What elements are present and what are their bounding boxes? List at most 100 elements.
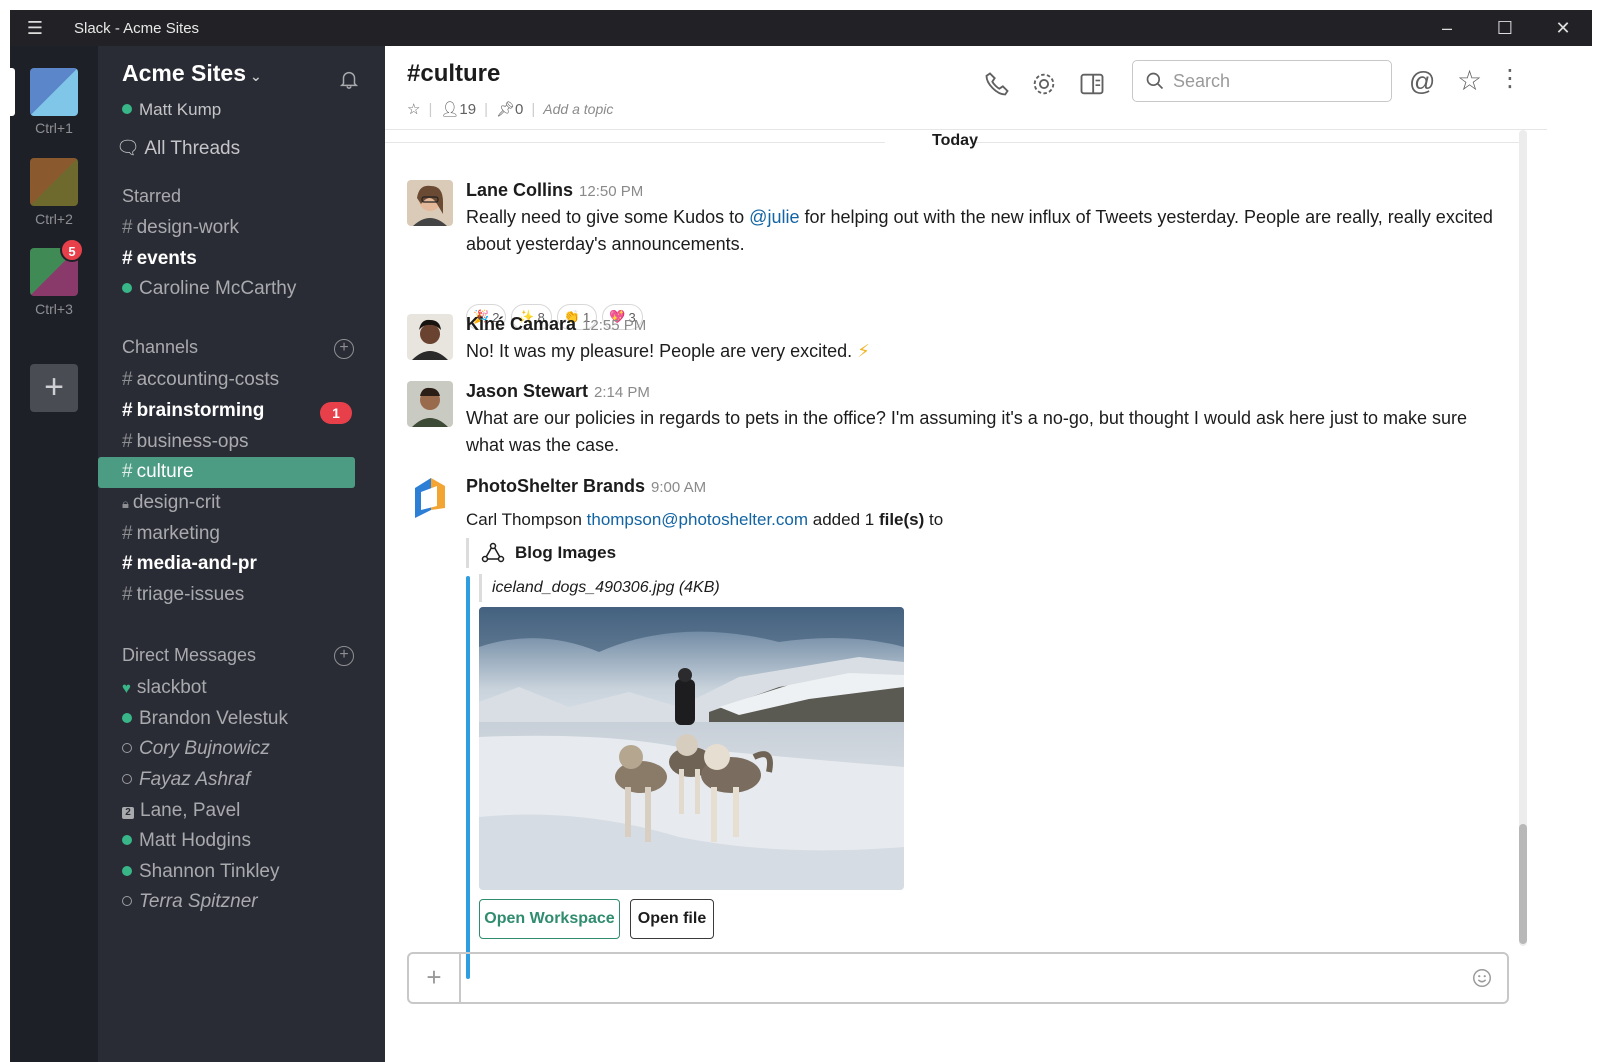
workspace-switcher: Ctrl+1 Ctrl+2 5 Ctrl+3 +: [10, 46, 98, 1062]
member-count[interactable]: 👤︎19: [440, 100, 476, 118]
dm-label: Caroline McCarthy: [139, 278, 297, 299]
workspace-2-icon[interactable]: [30, 158, 78, 206]
attachment-title[interactable]: Blog Images: [466, 538, 616, 568]
workspace-1-icon[interactable]: [30, 68, 78, 116]
hamburger-menu-icon[interactable]: ☰: [10, 18, 60, 39]
current-user[interactable]: Matt Kump: [122, 100, 221, 120]
message-timestamp[interactable]: 12:50 PM: [579, 183, 643, 200]
sidebar-item-design-crit[interactable]: 🔒︎ design-crit: [122, 492, 221, 514]
hash-icon: #: [122, 553, 133, 574]
channel-label: media-and-pr: [136, 553, 257, 574]
pinned-count[interactable]: 📌︎0: [496, 100, 523, 118]
search-input[interactable]: Search: [1132, 60, 1392, 102]
message-author[interactable]: Lane Collins 12:50 PM: [466, 180, 643, 201]
window-title: Slack - Acme Sites: [74, 19, 200, 37]
chevron-down-icon: ⌄: [250, 68, 262, 84]
phone-icon[interactable]: [983, 70, 1011, 98]
team-name-menu[interactable]: Acme Sites ⌄: [122, 60, 262, 87]
email-link[interactable]: thompson@photoshelter.com: [587, 510, 808, 529]
dm-label: Terra Spitzner: [139, 891, 258, 912]
add-channel-icon[interactable]: +: [334, 339, 354, 359]
sidebar-item-matt-hodgins[interactable]: Matt Hodgins: [122, 830, 251, 852]
sidebar-item-media-and-pr[interactable]: # media-and-pr: [122, 553, 257, 575]
attachment-title-text: Blog Images: [515, 543, 617, 562]
avatar[interactable]: [407, 314, 453, 360]
message-timestamp[interactable]: 12:55 PM: [582, 317, 646, 334]
channel-sidebar: Acme Sites ⌄ Matt Kump 🗨 All Threads Star…: [98, 46, 385, 1062]
workspace-3-badge: 5: [60, 238, 84, 262]
scrollbar-thumb[interactable]: [1519, 824, 1527, 944]
message-author[interactable]: PhotoShelter Brands 9:00 AM: [466, 476, 706, 497]
sidebar-item-accounting-costs[interactable]: # accounting-costs: [122, 369, 279, 391]
sidebar-item-business-ops[interactable]: # business-ops: [122, 431, 249, 453]
team-name: Acme Sites: [122, 60, 247, 86]
avatar[interactable]: [407, 381, 453, 427]
channel-label: accounting-costs: [136, 369, 280, 390]
mentions-icon[interactable]: @: [1409, 66, 1437, 96]
more-options-icon[interactable]: ⋮: [1498, 64, 1526, 92]
all-threads-link[interactable]: 🗨 All Threads: [116, 136, 240, 160]
search-icon: [1146, 72, 1164, 90]
sidebar-item-terra-spitzner[interactable]: Terra Spitzner: [122, 891, 258, 913]
author-name: Jason Stewart: [466, 381, 589, 401]
add-attachment-button[interactable]: +: [409, 954, 461, 1002]
presence-online-icon: [122, 835, 132, 845]
message-author[interactable]: Kiné Camara 12:55 PM: [466, 314, 646, 335]
channel-label: events: [136, 248, 197, 269]
workspace-2-shortcut: Ctrl+2: [35, 211, 73, 227]
attachment-image[interactable]: [479, 607, 904, 890]
lightning-emoji-icon: ⚡: [857, 341, 870, 361]
file-name[interactable]: iceland_dogs_490306.jpg (4KB): [479, 574, 720, 602]
sidebar-item-caroline-mccarthy[interactable]: Caroline McCarthy: [122, 278, 296, 300]
hash-icon: #: [122, 369, 133, 390]
file-added-notice: Carl Thompson thompson@photoshelter.com …: [466, 510, 943, 530]
star-icon[interactable]: ☆: [407, 100, 420, 118]
add-workspace-button[interactable]: +: [30, 364, 78, 412]
sidebar-item-design-work[interactable]: # design-work: [122, 217, 239, 239]
unread-badge: 1: [320, 402, 352, 424]
add-dm-icon[interactable]: +: [334, 646, 354, 666]
sidebar-item-marketing[interactable]: # marketing: [122, 523, 220, 545]
dm-label: Lane, Pavel: [140, 800, 241, 821]
channels-heading[interactable]: Channels: [122, 337, 198, 358]
search-placeholder: Search: [1173, 70, 1231, 91]
sidebar-item-lane-pavel[interactable]: 2 Lane, Pavel: [122, 800, 240, 822]
divider: |: [531, 100, 536, 118]
open-workspace-button[interactable]: Open Workspace: [479, 899, 620, 939]
sidebar-item-triage-issues[interactable]: # triage-issues: [122, 584, 244, 606]
photoshelter-logo[interactable]: [407, 474, 453, 520]
emoji-picker-icon[interactable]: [1471, 967, 1493, 989]
add-topic-link[interactable]: Add a topic: [543, 101, 613, 117]
message-input[interactable]: [465, 956, 1455, 1000]
user-mention-link[interactable]: @julie: [749, 207, 799, 227]
sidebar-item-brainstorming[interactable]: # brainstorming: [122, 400, 264, 422]
attachment-accent-bar: [466, 576, 470, 979]
channel-label: marketing: [136, 523, 220, 544]
message-timestamp[interactable]: 2:14 PM: [594, 384, 650, 401]
message-timestamp[interactable]: 9:00 AM: [651, 479, 706, 496]
minimize-icon[interactable]: –: [1418, 18, 1476, 39]
details-panel-icon[interactable]: [1078, 70, 1106, 98]
workspace-3-shortcut: Ctrl+3: [35, 301, 73, 317]
actor-name: Carl Thompson: [466, 510, 582, 529]
sidebar-item-shannon-tinkley[interactable]: Shannon Tinkley: [122, 861, 280, 883]
hash-icon: #: [122, 431, 133, 452]
message-author[interactable]: Jason Stewart 2:14 PM: [466, 381, 650, 402]
presence-away-icon: [122, 774, 132, 784]
message-text: Really need to give some Kudos to @julie…: [466, 204, 1506, 258]
starred-items-icon[interactable]: ☆: [1457, 64, 1485, 96]
sidebar-item-slackbot[interactable]: ♥ slackbot: [122, 677, 207, 699]
sidebar-item-cory-bujnowicz[interactable]: Cory Bujnowicz: [122, 738, 270, 760]
open-file-button[interactable]: Open file: [630, 899, 714, 939]
sidebar-item-brandon-velestuk[interactable]: Brandon Velestuk: [122, 708, 288, 730]
sidebar-item-events[interactable]: # events: [122, 248, 197, 270]
maximize-icon[interactable]: ☐: [1476, 18, 1534, 39]
sidebar-item-fayaz-ashraf[interactable]: Fayaz Ashraf: [122, 769, 250, 791]
close-icon[interactable]: ✕: [1534, 18, 1592, 39]
notifications-bell-icon[interactable]: [338, 68, 360, 90]
gear-icon[interactable]: [1030, 70, 1058, 98]
presence-online-icon: [122, 283, 132, 293]
avatar[interactable]: [407, 180, 453, 226]
direct-messages-heading[interactable]: Direct Messages: [122, 645, 256, 666]
sidebar-item-culture[interactable]: # culture: [98, 457, 355, 488]
